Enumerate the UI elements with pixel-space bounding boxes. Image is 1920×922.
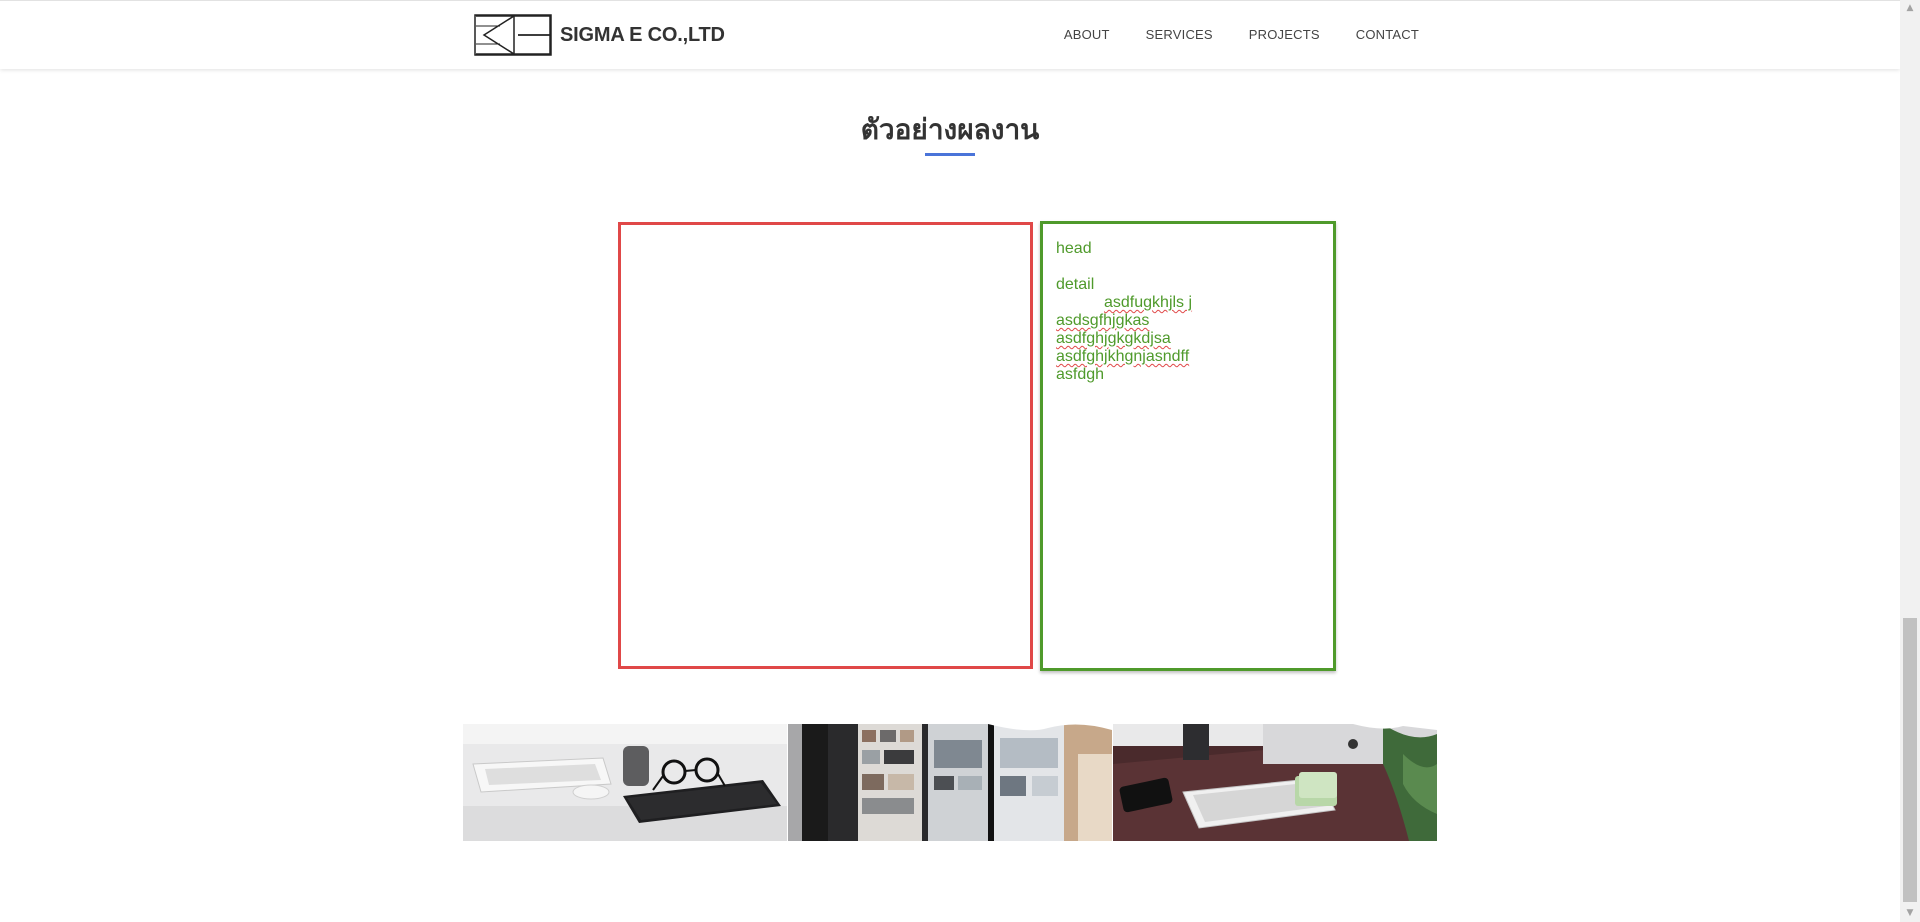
project-gallery: [463, 724, 1437, 841]
project-detail-card: head detail asdfugkhjls j asdsgfhjgkas a…: [1040, 221, 1336, 671]
project-detail-text: head detail asdfugkhjls j asdsgfhjgkas a…: [1056, 240, 1192, 384]
monitors-photo[interactable]: [788, 724, 1112, 841]
title-underline: [925, 153, 975, 156]
detail-line: asfdgh: [1056, 366, 1105, 383]
desk-imac-keyboard-photo[interactable]: [1113, 724, 1437, 841]
scroll-thumb[interactable]: [1903, 618, 1917, 902]
detail-line: asdfghjgkgkdjsa: [1056, 330, 1171, 347]
brand-name: SIGMA E CO.,LTD: [560, 23, 725, 46]
detail-line: asdsgfhjgkas: [1056, 312, 1150, 329]
card-detail-lines: asdfugkhjls j asdsgfhjgkas asdfghjgkgkdj…: [1056, 294, 1192, 384]
section-title: ตัวอย่างผลงาน: [860, 113, 1040, 146]
nav-projects[interactable]: PROJECTS: [1249, 27, 1320, 42]
card-detail-label: detail: [1056, 276, 1095, 293]
main-nav: ABOUT SERVICES PROJECTS CONTACT: [1028, 27, 1419, 42]
top-navbar: SIGMA E CO.,LTD ABOUT SERVICES PROJECTS …: [0, 0, 1900, 69]
sigma-logo-icon: [474, 14, 552, 56]
brand[interactable]: SIGMA E CO.,LTD: [474, 14, 725, 56]
scroll-down-icon[interactable]: ▼: [1900, 905, 1920, 922]
nav-services[interactable]: SERVICES: [1146, 27, 1213, 42]
card-head: head: [1056, 240, 1092, 257]
detail-line: asdfghjkhgnjasndff: [1056, 348, 1190, 365]
project-image-frame: [618, 222, 1033, 669]
scroll-up-icon[interactable]: ▲: [1900, 0, 1920, 17]
desk-keyboard-glasses-photo[interactable]: [463, 724, 787, 841]
nav-contact[interactable]: CONTACT: [1356, 27, 1419, 42]
nav-about[interactable]: ABOUT: [1064, 27, 1110, 42]
page-scrollbar[interactable]: ▲ ▼: [1900, 0, 1920, 922]
detail-line: asdfugkhjls j: [1104, 294, 1193, 311]
